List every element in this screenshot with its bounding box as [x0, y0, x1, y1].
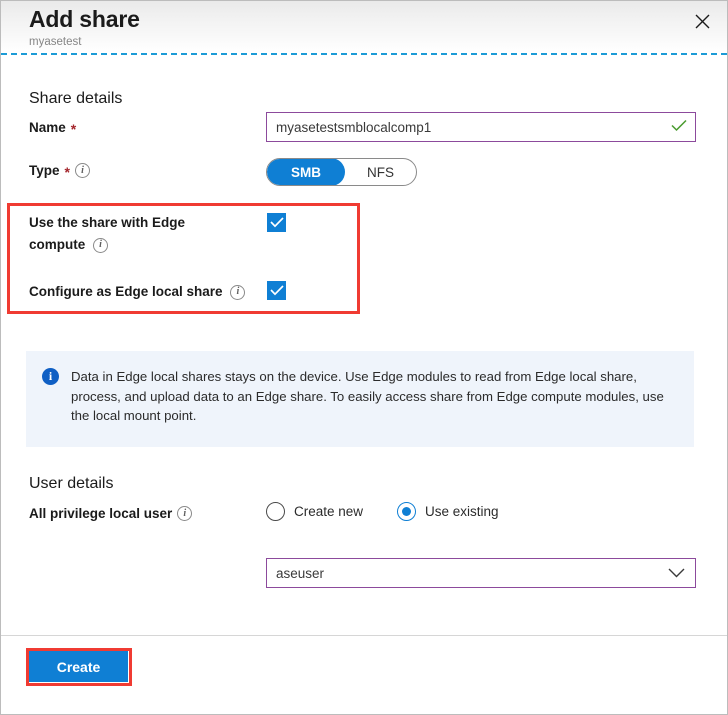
privilege-user-label: All privilege local user	[29, 506, 172, 521]
radio-create-new[interactable]: Create new	[266, 502, 363, 521]
info-icon[interactable]: i	[75, 163, 90, 178]
radio-use-existing[interactable]: Use existing	[397, 502, 499, 521]
close-icon	[695, 14, 710, 29]
info-filled-icon: i	[42, 368, 59, 385]
dialog-header: Add share myasetest	[1, 1, 727, 53]
required-marker: *	[65, 167, 70, 177]
dialog-body: Share details Name * myasetestsmblocalco…	[1, 55, 727, 638]
edge-local-share-label: Configure as Edge local share i	[29, 281, 245, 303]
radio-use-existing-control[interactable]	[397, 502, 416, 521]
radio-create-new-label: Create new	[294, 504, 363, 519]
info-banner: i Data in Edge local shares stays on the…	[26, 351, 694, 447]
chevron-down-icon	[668, 566, 685, 581]
info-icon[interactable]: i	[230, 285, 245, 300]
dialog-subtitle: myasetest	[29, 34, 727, 50]
type-option-smb[interactable]: SMB	[267, 158, 345, 186]
edge-compute-label: Use the share with Edge compute i	[29, 212, 244, 256]
info-icon[interactable]: i	[177, 506, 192, 521]
info-icon[interactable]: i	[93, 238, 108, 253]
dialog-footer: Create	[1, 635, 727, 714]
radio-use-existing-label: Use existing	[425, 504, 499, 519]
type-label: Type	[29, 163, 60, 178]
name-label-group: Name *	[29, 120, 76, 135]
required-marker: *	[71, 124, 76, 134]
privilege-user-label-group: All privilege local user i	[29, 506, 192, 521]
add-share-dialog: Add share myasetest Share details Name *…	[0, 0, 728, 715]
info-banner-text: Data in Edge local shares stays on the d…	[71, 367, 671, 447]
edge-local-share-checkbox[interactable]	[267, 281, 286, 300]
close-button[interactable]	[685, 5, 719, 37]
share-name-value: myasetestsmblocalcomp1	[276, 120, 431, 135]
edge-compute-checkbox[interactable]	[267, 213, 286, 232]
user-details-heading: User details	[29, 475, 113, 493]
share-details-heading: Share details	[29, 90, 122, 108]
share-name-input[interactable]: myasetestsmblocalcomp1	[266, 112, 696, 142]
type-label-group: Type * i	[29, 163, 90, 178]
checkmark-icon	[671, 120, 687, 135]
page-title: Add share	[29, 5, 727, 33]
user-select-value: aseuser	[276, 566, 324, 581]
type-option-nfs[interactable]: NFS	[345, 159, 416, 185]
name-label: Name	[29, 120, 66, 135]
create-button[interactable]: Create	[29, 651, 128, 682]
radio-create-new-control[interactable]	[266, 502, 285, 521]
user-select[interactable]: aseuser	[266, 558, 696, 588]
share-type-toggle[interactable]: SMB NFS	[266, 158, 417, 186]
